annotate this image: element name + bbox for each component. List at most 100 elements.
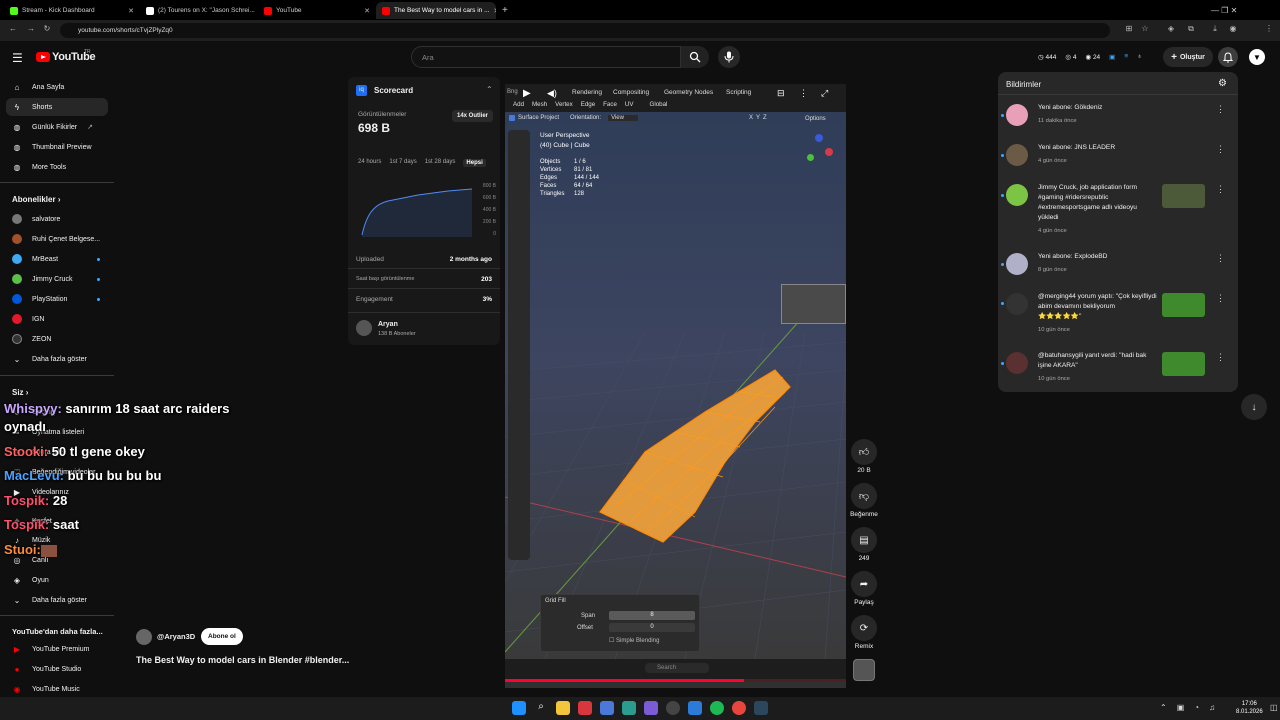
extension-icon[interactable]: ◈ bbox=[1166, 24, 1176, 33]
app-icon[interactable] bbox=[622, 701, 636, 715]
install-icon[interactable]: ⊞ bbox=[1124, 24, 1134, 33]
app-icon[interactable] bbox=[578, 701, 592, 715]
youtube-logo-icon[interactable] bbox=[36, 52, 50, 62]
address-bar[interactable]: youtube.com/shorts/cTvjZPlyZq0 bbox=[60, 23, 1110, 38]
share-button[interactable]: ➦ bbox=[851, 571, 877, 597]
spotify-icon[interactable] bbox=[710, 701, 724, 715]
tab-kick[interactable]: Stream - Kick Dashboard ✕ bbox=[4, 2, 140, 19]
back-icon[interactable]: ← bbox=[8, 24, 18, 33]
notification-thumbnail[interactable] bbox=[1162, 293, 1205, 317]
tab-youtube[interactable]: YouTube ✕ bbox=[258, 2, 376, 19]
sidebar-item-gaming[interactable]: ◈ Oyun bbox=[6, 571, 108, 589]
vscode-icon[interactable] bbox=[688, 701, 702, 715]
comments-button[interactable]: ▤ bbox=[851, 527, 877, 553]
sidebar-item-home[interactable]: ⌂ Ana Sayfa bbox=[6, 78, 108, 96]
notification-text[interactable]: Jimmy Cruck, job application form #gamin… bbox=[1038, 183, 1158, 223]
sidebar-sub-mrbeast[interactable]: MrBeast bbox=[6, 250, 108, 268]
play-icon[interactable]: ▶ bbox=[523, 88, 531, 99]
more-options-icon[interactable]: ⋮ bbox=[1216, 104, 1225, 115]
notification-text[interactable]: @batuhansygili yanıt verdi: "hadi bak iş… bbox=[1038, 351, 1158, 371]
extension-icon[interactable]: ▣ bbox=[1109, 53, 1115, 61]
remix-button[interactable]: ⟳ bbox=[851, 615, 877, 641]
video-progress-bar[interactable] bbox=[505, 679, 846, 682]
range-tab-24h[interactable]: 24 hours bbox=[358, 159, 381, 167]
range-tab-all[interactable]: Hepsi bbox=[463, 159, 486, 167]
sidebar-sub-salvatore[interactable]: salvatore bbox=[6, 210, 108, 228]
forward-icon[interactable]: → bbox=[26, 24, 36, 33]
more-options-icon[interactable]: ⋮ bbox=[1216, 293, 1225, 304]
chart-icon[interactable]: ≡ bbox=[1124, 53, 1128, 61]
sidebar-item-more-tools[interactable]: ◍ More Tools bbox=[6, 158, 108, 176]
video-title[interactable]: The Best Way to model cars in Blender #b… bbox=[136, 655, 349, 665]
sidebar-item-youtube-premium[interactable]: ▶ YouTube Premium bbox=[6, 640, 108, 658]
sidebar-sub-ign[interactable]: IGN bbox=[6, 310, 108, 328]
app-icon[interactable] bbox=[666, 701, 680, 715]
subscribe-button[interactable]: Abone ol bbox=[201, 628, 243, 645]
more-options-icon[interactable]: ⋮ bbox=[799, 88, 808, 99]
subscriptions-heading[interactable]: Abonelikler › bbox=[12, 195, 60, 204]
notification-thumbnail[interactable] bbox=[1162, 184, 1205, 208]
sidebar-item-daily-ideas[interactable]: ◍ Günlük Fikirler ↗ bbox=[6, 118, 108, 136]
file-explorer-icon[interactable] bbox=[556, 701, 570, 715]
notification-text[interactable]: Yeni abone: Gökdeniz bbox=[1038, 103, 1168, 113]
discord-icon[interactable] bbox=[644, 701, 658, 715]
sidebar-show-more-subs[interactable]: ⌄ Daha fazla göster bbox=[6, 350, 108, 368]
sound-thumbnail[interactable] bbox=[853, 659, 875, 681]
extensions-puzzle-icon[interactable]: ⧉ bbox=[1186, 24, 1196, 34]
download-icon[interactable]: ⤓ bbox=[1210, 24, 1220, 34]
search-icon[interactable]: ⌕ bbox=[534, 701, 548, 715]
range-tab-7d[interactable]: 1st 7 days bbox=[389, 159, 416, 167]
channel-avatar[interactable] bbox=[136, 629, 152, 645]
captions-icon[interactable]: ⊟ bbox=[777, 88, 785, 99]
volume-icon[interactable]: ◀) bbox=[547, 88, 557, 99]
sidebar-item-youtube-music[interactable]: ◉ YouTube Music bbox=[6, 680, 108, 698]
new-tab-button[interactable]: + bbox=[496, 2, 510, 19]
channel-handle[interactable]: @Aryan3D bbox=[157, 632, 195, 641]
tab-active-video[interactable]: The Best Way to model cars in ... ✕ bbox=[376, 2, 496, 19]
you-heading[interactable]: Siz › bbox=[12, 388, 28, 397]
sidebar-sub-playstation[interactable]: PlayStation bbox=[6, 290, 108, 308]
account-avatar[interactable]: ▼ bbox=[1249, 49, 1265, 65]
notification-text[interactable]: Yeni abone: JNS LEADER bbox=[1038, 143, 1168, 153]
collapse-icon[interactable]: ⌃ bbox=[486, 85, 493, 94]
voice-search-button[interactable] bbox=[718, 46, 740, 68]
window-controls[interactable]: — ❐ ✕ bbox=[1205, 2, 1275, 19]
search-input[interactable]: Ara bbox=[411, 46, 681, 68]
more-options-icon[interactable]: ⋮ bbox=[1216, 253, 1225, 264]
menu-dots-icon[interactable]: ⋮ bbox=[1264, 24, 1274, 33]
more-options-icon[interactable]: ⋮ bbox=[1216, 352, 1225, 363]
create-button[interactable]: + Oluştur bbox=[1163, 47, 1213, 67]
hamburger-menu-icon[interactable]: ☰ bbox=[12, 51, 23, 65]
sidebar-sub-zeon[interactable]: ZEON bbox=[6, 330, 108, 348]
notification-thumbnail[interactable] bbox=[1162, 352, 1205, 376]
notifications-button[interactable] bbox=[1218, 47, 1238, 67]
fullscreen-icon[interactable]: ⤢ bbox=[821, 88, 828, 99]
close-icon[interactable]: ✕ bbox=[364, 7, 370, 15]
lightbulb-icon[interactable]: ♁ bbox=[1137, 53, 1142, 61]
close-icon[interactable]: ✕ bbox=[128, 7, 134, 15]
settings-gear-icon[interactable]: ⚙ bbox=[1218, 78, 1227, 89]
bookmark-star-icon[interactable]: ☆ bbox=[1140, 24, 1150, 33]
notification-text[interactable]: @merging44 yorum yaptı: "Çok keyifliydi … bbox=[1038, 292, 1158, 322]
sidebar-item-youtube-studio[interactable]: ● YouTube Studio bbox=[6, 660, 108, 678]
next-video-button[interactable]: ↓ bbox=[1241, 394, 1267, 420]
more-options-icon[interactable]: ⋮ bbox=[1216, 184, 1225, 195]
windows-start-icon[interactable] bbox=[512, 701, 526, 715]
notification-text[interactable]: Yeni abone: ExplodeBD bbox=[1038, 252, 1168, 262]
profile-icon[interactable]: ◉ bbox=[1228, 24, 1238, 33]
range-tab-28d[interactable]: 1st 28 days bbox=[425, 159, 456, 167]
more-options-icon[interactable]: ⋮ bbox=[1216, 144, 1225, 155]
like-button[interactable]: 👍︎ bbox=[851, 439, 877, 465]
sidebar-item-shorts[interactable]: ϟ Shorts bbox=[6, 98, 108, 116]
reload-icon[interactable]: ↻ bbox=[42, 24, 52, 33]
system-tray[interactable]: ⌃ ▣ ◔ ♫ bbox=[1160, 703, 1215, 712]
steam-icon[interactable] bbox=[754, 701, 768, 715]
sidebar-sub-ruhi-cenet[interactable]: Ruhi Çenet Belgese... bbox=[6, 230, 108, 248]
notification-center-icon[interactable]: ◫ bbox=[1270, 703, 1278, 712]
search-button[interactable] bbox=[681, 46, 709, 68]
shorts-video-player[interactable]: Bng ▶ ◀) Rendering Compositing Geometry … bbox=[505, 84, 846, 688]
clock[interactable]: 17:06 8.01.2026 bbox=[1236, 700, 1263, 716]
chrome-icon[interactable] bbox=[732, 701, 746, 715]
sidebar-show-more-explore[interactable]: ⌄ Daha fazla göster bbox=[6, 591, 108, 609]
app-icon[interactable] bbox=[600, 701, 614, 715]
